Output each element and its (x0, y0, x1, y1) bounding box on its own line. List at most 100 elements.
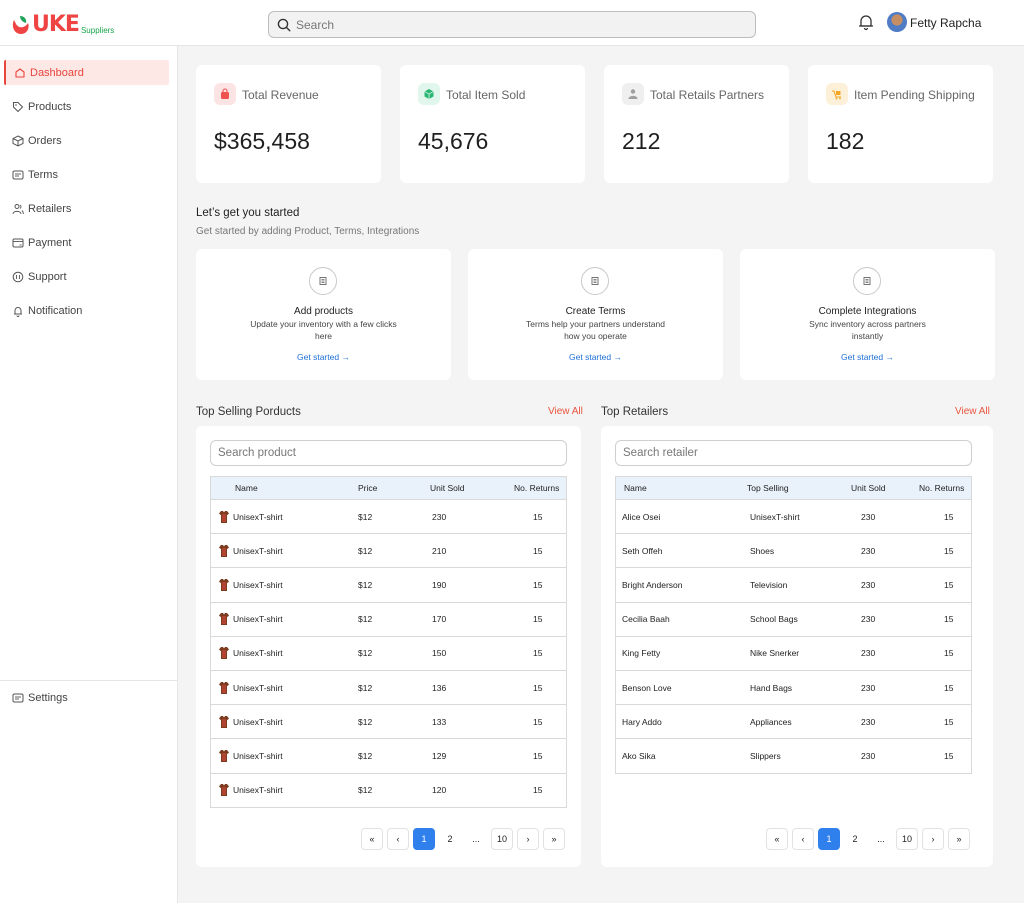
table-row[interactable]: Seth Offeh Shoes 230 15 (616, 533, 971, 567)
product-cell: UnisexT-shirt (218, 739, 283, 772)
start-card-complete-integrations: Complete Integrations Sync inventory acr… (740, 249, 995, 380)
first-page-button[interactable]: « (766, 828, 788, 850)
units-sold: 230 (861, 648, 876, 659)
table-row[interactable]: UnisexT-shirt $12 136 15 (211, 669, 566, 704)
column-header[interactable]: No. Returns (514, 477, 559, 499)
table-row[interactable]: UnisexT-shirt $12 230 15 (211, 499, 566, 533)
product-cell: UnisexT-shirt (218, 534, 283, 567)
column-header[interactable]: Name (624, 477, 647, 499)
payment-icon (12, 237, 24, 249)
leaf-logo-icon (11, 14, 31, 36)
tshirt-icon (218, 612, 230, 626)
units-sold: 230 (861, 545, 876, 556)
prev-page-button[interactable]: ‹ (387, 828, 409, 850)
stat-value: 45,676 (418, 128, 489, 154)
next-page-button[interactable]: › (922, 828, 944, 850)
page-button[interactable]: 1 (818, 828, 840, 850)
get-started-link[interactable]: Get started → (740, 352, 995, 362)
page-button[interactable]: 1 (413, 828, 435, 850)
page-button[interactable]: 10 (896, 828, 918, 850)
column-header[interactable]: Price (358, 477, 377, 499)
first-page-button[interactable]: « (361, 828, 383, 850)
next-page-button[interactable]: › (517, 828, 539, 850)
table-row[interactable]: UnisexT-shirt $12 210 15 (211, 533, 566, 567)
table-row[interactable]: Alice Osei UnisexT-shirt 230 15 (616, 499, 971, 533)
sidebar-item-terms[interactable]: Terms (4, 162, 169, 187)
returns-count: 15 (944, 750, 954, 761)
product-cell: UnisexT-shirt (218, 568, 283, 601)
table-row[interactable]: Benson Love Hand Bags 230 15 (616, 669, 971, 704)
arrow-right-icon: → (341, 352, 350, 362)
getting-started-subtitle: Get started by adding Product, Terms, In… (196, 226, 420, 237)
table-row[interactable]: UnisexT-shirt $12 129 15 (211, 738, 566, 772)
notification-bell-icon[interactable] (857, 13, 875, 31)
product-cell: UnisexT-shirt (218, 671, 283, 704)
returns-count: 15 (533, 579, 543, 590)
table-row[interactable]: UnisexT-shirt $12 150 15 (211, 635, 566, 670)
sidebar-item-orders[interactable]: Orders (4, 128, 169, 153)
last-page-button[interactable]: » (543, 828, 565, 850)
get-started-link[interactable]: Get started → (468, 352, 723, 362)
home-icon (14, 67, 26, 79)
table-row[interactable]: King Fetty Nike Snerker 230 15 (616, 635, 971, 670)
column-header[interactable]: No. Returns (919, 477, 964, 499)
column-header[interactable]: Top Selling (747, 477, 789, 499)
table-row[interactable]: Hary Addo Appliances 230 15 (616, 704, 971, 738)
search-input[interactable] (296, 17, 736, 32)
user-name[interactable]: Fetty Rapcha (910, 16, 981, 30)
retailer-search-input[interactable] (615, 440, 972, 466)
tag-icon (12, 101, 24, 113)
table-row[interactable]: UnisexT-shirt $12 120 15 (211, 772, 566, 807)
top-selling-item: Nike Snerker (750, 648, 800, 659)
sidebar-item-notification[interactable]: Notification (4, 298, 169, 323)
sidebar-item-payment[interactable]: Payment (4, 230, 169, 255)
page-button[interactable]: 2 (439, 828, 461, 850)
returns-count: 15 (533, 545, 543, 556)
units-sold: 133 (432, 716, 447, 727)
start-card-title: Add products (294, 306, 353, 317)
sidebar-item-label: Notification (28, 304, 83, 317)
table-row[interactable]: Bright Anderson Television 230 15 (616, 567, 971, 601)
column-header[interactable]: Name (235, 477, 258, 499)
product-search-input[interactable] (210, 440, 567, 466)
returns-count: 15 (944, 614, 954, 625)
tshirt-icon (218, 681, 230, 695)
product-name: UnisexT-shirt (233, 750, 283, 761)
sidebar-item-retailers[interactable]: Retailers (4, 196, 169, 221)
product-price: $12 (358, 716, 373, 727)
avatar[interactable] (887, 12, 907, 32)
partners-icon (622, 83, 644, 105)
view-all-retailers-link[interactable]: View All (955, 406, 990, 417)
table-row[interactable]: Ako Sika Slippers 230 15 (616, 738, 971, 772)
sidebar-divider (0, 680, 177, 681)
sidebar-item-products[interactable]: Products (4, 94, 169, 119)
units-sold: 230 (861, 682, 876, 693)
retailer-name: King Fetty (622, 648, 661, 659)
search-icon (277, 18, 291, 32)
table-row[interactable]: UnisexT-shirt $12 170 15 (211, 601, 566, 636)
column-header[interactable]: Unit Sold (851, 477, 886, 499)
page-button[interactable]: 2 (844, 828, 866, 850)
product-name: UnisexT-shirt (233, 648, 283, 659)
last-page-button[interactable]: » (948, 828, 970, 850)
table-row[interactable]: UnisexT-shirt $12 133 15 (211, 704, 566, 738)
page-ellipsis: ... (870, 828, 892, 850)
sidebar-item-label: Retailers (28, 202, 72, 215)
column-header[interactable]: Unit Sold (430, 477, 465, 499)
view-all-products-link[interactable]: View All (548, 406, 583, 417)
get-started-link[interactable]: Get started → (196, 352, 451, 362)
sidebar-item-dashboard[interactable]: Dashboard (4, 60, 169, 85)
global-search[interactable] (268, 11, 756, 38)
prev-page-button[interactable]: ‹ (792, 828, 814, 850)
units-sold: 150 (432, 648, 447, 659)
bell-icon (12, 305, 24, 317)
sidebar-item-settings[interactable]: Settings (4, 685, 169, 710)
page-button[interactable]: 10 (491, 828, 513, 850)
table-row[interactable]: UnisexT-shirt $12 190 15 (211, 567, 566, 601)
logo[interactable]: UKE Suppliers (11, 8, 114, 38)
box-icon (12, 134, 24, 147)
retailer-name: Seth Offeh (622, 545, 663, 556)
sidebar-item-support[interactable]: Support (4, 264, 169, 289)
table-row[interactable]: Cecilia Baah School Bags 230 15 (616, 601, 971, 636)
returns-count: 15 (944, 648, 954, 659)
